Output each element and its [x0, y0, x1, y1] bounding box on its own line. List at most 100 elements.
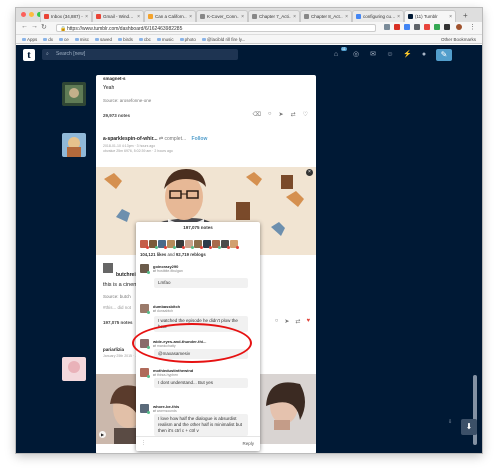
- account-icon[interactable]: ●: [420, 51, 428, 59]
- forward-icon[interactable]: →: [31, 23, 38, 30]
- share-icon[interactable]: ➤: [284, 318, 289, 325]
- extension-icon[interactable]: [434, 24, 440, 30]
- browser-tab[interactable]: Inbox (34,887) - …×: [40, 10, 92, 22]
- bookmark-item[interactable]: cbc: [138, 37, 151, 42]
- close-tab-icon[interactable]: ×: [345, 14, 348, 20]
- liker-avatar[interactable]: [203, 240, 212, 249]
- home-icon[interactable]: ⌂: [332, 51, 340, 59]
- browser-tab[interactable]: K-Cover_Conn… ×: [196, 10, 248, 22]
- inbox-icon[interactable]: ✉: [369, 51, 377, 59]
- post-blog-name[interactable]: smagnet-s: [103, 76, 126, 81]
- new-tab-button[interactable]: +: [463, 11, 468, 20]
- activity-icon[interactable]: ⚡: [403, 51, 412, 59]
- scroll-arrow-icon[interactable]: ⇩: [448, 419, 452, 425]
- close-tab-icon[interactable]: ×: [293, 14, 296, 20]
- liker-avatar[interactable]: [158, 240, 167, 249]
- download-icon[interactable]: ⬇: [461, 419, 477, 435]
- browser-tab[interactable]: Can a Californ… ×: [144, 10, 196, 22]
- extension-icon[interactable]: [414, 24, 420, 30]
- bookmark-item[interactable]: birds: [118, 37, 133, 42]
- liker-avatar[interactable]: [212, 240, 221, 249]
- reblog-icon[interactable]: ⇄: [295, 318, 300, 325]
- notes-count[interactable]: 197,075 notes: [103, 320, 133, 325]
- liker-avatar[interactable]: [221, 240, 230, 249]
- close-window-icon[interactable]: [21, 12, 26, 17]
- minimize-window-icon[interactable]: [29, 12, 34, 17]
- extension-icon[interactable]: [394, 24, 400, 30]
- post-blog-name[interactable]: a-sparklespin-of-whir...: [103, 136, 157, 142]
- post3-avatar[interactable]: [62, 357, 86, 381]
- post-gif[interactable]: [254, 374, 316, 444]
- close-tab-icon[interactable]: ×: [85, 14, 88, 20]
- reply-button[interactable]: Reply: [242, 441, 254, 446]
- post-source[interactable]: Source: butch: [103, 294, 131, 299]
- post-blog-name[interactable]: pariarlizia: [103, 347, 124, 352]
- close-tab-icon[interactable]: ×: [397, 14, 400, 20]
- menu-icon[interactable]: ⋮: [469, 23, 476, 31]
- notes-count[interactable]: 29,973 notes: [103, 113, 130, 118]
- reblogs-count[interactable]: 92,719 reblogs: [176, 252, 206, 257]
- more-options-icon[interactable]: ⋮: [141, 440, 146, 446]
- rebloger-avatar[interactable]: [103, 263, 113, 273]
- note-avatar[interactable]: [140, 264, 150, 274]
- bookmark-item[interactable]: music: [156, 37, 174, 42]
- bookmark-item[interactable]: saved: [95, 37, 112, 42]
- liker-avatar[interactable]: [167, 240, 176, 249]
- like-icon[interactable]: ♥: [306, 318, 310, 325]
- liker-avatar[interactable]: [176, 240, 185, 249]
- share-icon[interactable]: ➤: [279, 111, 284, 118]
- browser-tab[interactable]: configuring cu… ×: [352, 10, 404, 22]
- close-icon[interactable]: ×: [306, 169, 313, 176]
- bookmark-item[interactable]: Apps: [22, 37, 37, 42]
- close-tab-icon[interactable]: ×: [137, 14, 140, 20]
- browser-tab[interactable]: Gmail - Wind… ×: [92, 10, 144, 22]
- bookmark-item[interactable]: photo: [179, 37, 196, 42]
- search-input[interactable]: ⌕ Search [new]: [42, 49, 238, 60]
- reload-icon[interactable]: ↻: [41, 23, 47, 31]
- extension-icon[interactable]: [424, 24, 430, 30]
- bookmark-item[interactable]: dx: [43, 37, 53, 42]
- close-tab-icon[interactable]: ×: [449, 14, 452, 20]
- liker-avatar[interactable]: [140, 240, 149, 249]
- close-tab-icon[interactable]: ×: [189, 14, 192, 20]
- compose-button[interactable]: ✎: [436, 49, 452, 61]
- extension-icon[interactable]: [404, 24, 410, 30]
- rebloger-name[interactable]: butchrei: [116, 272, 136, 278]
- note-avatar[interactable]: [140, 404, 150, 414]
- play-icon[interactable]: ▶: [99, 431, 106, 438]
- note-reblogged-from[interactable]: ⇄ frostbite-fibulgan: [153, 269, 183, 273]
- close-tab-icon[interactable]: ×: [241, 14, 244, 20]
- note-avatar[interactable]: [140, 304, 150, 314]
- explore-icon[interactable]: ◎: [352, 51, 360, 59]
- bookmark-item[interactable]: misc: [74, 37, 89, 42]
- edit-icon[interactable]: ⌫: [252, 111, 260, 118]
- note-reblogged-from[interactable]: ⇄ wormsounds: [153, 409, 177, 413]
- reply-icon[interactable]: ○: [268, 111, 272, 118]
- reply-icon[interactable]: ○: [275, 318, 279, 325]
- post-tags[interactable]: #this... did not: [103, 305, 131, 310]
- liker-avatar[interactable]: [149, 240, 158, 249]
- bookmark-item[interactable]: @lacibld rill fire ly...: [201, 37, 245, 42]
- note-reblogged-from[interactable]: ⇄ dunsabtch: [153, 309, 173, 313]
- liker-avatar[interactable]: [185, 240, 194, 249]
- liker-avatar[interactable]: [230, 240, 239, 249]
- follow-button[interactable]: Follow: [192, 136, 208, 142]
- messages-icon[interactable]: ☺: [386, 51, 394, 59]
- extension-icon[interactable]: [384, 24, 390, 30]
- note-avatar[interactable]: [140, 368, 150, 378]
- browser-tab[interactable]: (11) Tumblr ×: [404, 10, 456, 22]
- url-input[interactable]: 🔒 https://www.tumblr.com/dashboard/6/162…: [56, 24, 376, 32]
- reblogged-from[interactable]: complet...: [164, 136, 186, 142]
- tumblr-logo[interactable]: t: [23, 49, 35, 61]
- profile-avatar[interactable]: [456, 24, 462, 30]
- back-icon[interactable]: ←: [21, 23, 28, 30]
- post-source[interactable]: Source: arosefonne-one: [103, 98, 151, 103]
- like-icon[interactable]: ♡: [303, 111, 308, 118]
- browser-tab[interactable]: Chapter 8_Act… ×: [300, 10, 352, 22]
- post1-avatar[interactable]: [62, 82, 86, 106]
- likes-count[interactable]: 104,121 likes: [140, 252, 166, 257]
- post2-avatar[interactable]: [62, 133, 86, 157]
- browser-tab[interactable]: Chapter 7_Acti… ×: [248, 10, 300, 22]
- extension-icon[interactable]: [444, 24, 450, 30]
- other-bookmarks[interactable]: Other Bookmarks: [441, 37, 482, 42]
